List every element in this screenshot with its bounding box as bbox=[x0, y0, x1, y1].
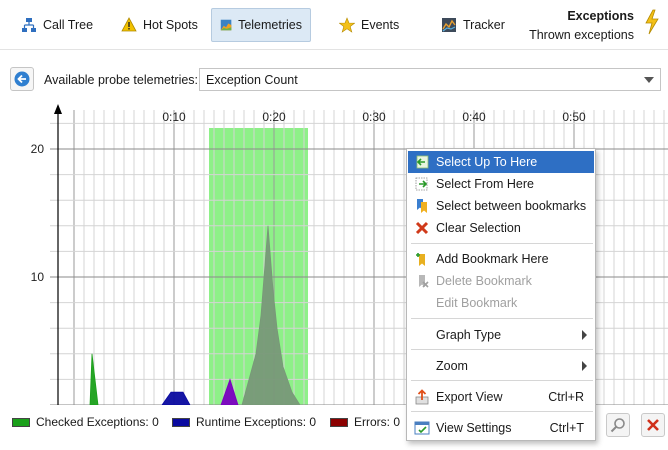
menu-item-select-up-to-here[interactable]: Select Up To Here bbox=[408, 151, 594, 173]
x-tick-label: 0:30 bbox=[362, 110, 386, 124]
menu-item-export-view[interactable]: Export View Ctrl+R bbox=[408, 386, 594, 408]
events-star-icon bbox=[339, 17, 355, 33]
toolbar: Call Tree Hot Spots Telemetries Events T… bbox=[0, 0, 668, 50]
menu-item-zoom[interactable]: Zoom bbox=[408, 355, 594, 377]
back-arrow-icon bbox=[14, 71, 30, 87]
export-view-icon bbox=[415, 389, 429, 405]
menu-separator bbox=[411, 243, 593, 244]
add-bookmark-icon bbox=[416, 253, 425, 266]
legend-swatch bbox=[330, 417, 348, 427]
menu-item-shortcut: Ctrl+T bbox=[549, 421, 584, 435]
telemetries-icon bbox=[220, 19, 232, 31]
menu-item-label: Clear Selection bbox=[436, 221, 521, 235]
tracker-label: Tracker bbox=[463, 18, 505, 32]
call-tree-button[interactable]: Call Tree bbox=[12, 8, 102, 42]
menu-item-label: Select From Here bbox=[436, 177, 534, 191]
legend-swatch bbox=[12, 417, 30, 427]
menu-item-label: Zoom bbox=[436, 359, 468, 373]
legend-label: Checked Exceptions: bbox=[36, 415, 149, 429]
menu-item-label: Export View bbox=[436, 390, 503, 404]
tracker-button[interactable]: Tracker bbox=[432, 8, 514, 42]
legend-item-checked: Checked Exceptions: 0 bbox=[12, 415, 159, 429]
view-settings-icon bbox=[414, 421, 430, 435]
menu-item-label: Graph Type bbox=[436, 328, 502, 342]
close-icon bbox=[647, 419, 659, 431]
menu-item-graph-type[interactable]: Graph Type bbox=[408, 324, 594, 346]
menu-separator bbox=[411, 411, 593, 412]
legend-value: 0 bbox=[393, 415, 401, 429]
zoom-button[interactable] bbox=[606, 413, 630, 437]
probe-label: Available probe telemetries: bbox=[44, 73, 199, 87]
legend-swatch bbox=[172, 417, 190, 427]
submenu-arrow-icon bbox=[582, 330, 587, 340]
menu-item-label: View Settings bbox=[436, 421, 512, 435]
legend-item-errors: Errors: 0 bbox=[330, 415, 400, 429]
menu-item-label: Add Bookmark Here bbox=[436, 252, 549, 266]
legend-value: 0 bbox=[152, 415, 159, 429]
lightning-bolt-icon bbox=[645, 9, 659, 35]
series-area bbox=[161, 391, 191, 405]
x-tick-label: 0:20 bbox=[262, 110, 286, 124]
hot-spots-label: Hot Spots bbox=[143, 18, 198, 32]
x-tick-label: 0:40 bbox=[462, 110, 486, 124]
probe-selected-value: Exception Count bbox=[206, 73, 298, 87]
menu-item-label: Edit Bookmark bbox=[436, 296, 518, 310]
menu-item-shortcut: Ctrl+R bbox=[548, 390, 584, 404]
section-subtitle: Thrown exceptions bbox=[529, 28, 634, 42]
menu-item-label: Select Up To Here bbox=[436, 155, 538, 169]
submenu-arrow-icon bbox=[582, 361, 587, 371]
tracker-icon bbox=[442, 18, 456, 32]
delete-bookmark-icon bbox=[419, 275, 429, 288]
select-from-here-icon bbox=[415, 177, 428, 191]
select-up-to-here-icon bbox=[416, 155, 429, 169]
menu-item-edit-bookmark[interactable]: Edit Bookmark bbox=[408, 292, 594, 314]
events-label: Events bbox=[361, 18, 400, 32]
menu-item-view-settings[interactable]: View Settings Ctrl+T bbox=[408, 417, 594, 439]
menu-item-delete-bookmark[interactable]: Delete Bookmark bbox=[408, 270, 594, 292]
y-axis-arrow bbox=[54, 104, 62, 114]
menu-item-label: Delete Bookmark bbox=[436, 274, 532, 288]
menu-separator bbox=[411, 349, 593, 350]
context-menu: Select Up To Here Select From Here Selec… bbox=[406, 148, 596, 441]
legend-item-runtime: Runtime Exceptions: 0 bbox=[172, 415, 316, 429]
chevron-down-icon bbox=[644, 77, 654, 83]
menu-item-add-bookmark[interactable]: Add Bookmark Here bbox=[408, 248, 594, 270]
magnifier-icon bbox=[610, 418, 625, 433]
back-button[interactable] bbox=[10, 67, 34, 91]
section-title: Exceptions bbox=[567, 9, 634, 23]
select-between-bookmarks-icon bbox=[417, 199, 427, 213]
y-tick-label: 10 bbox=[31, 270, 45, 284]
clear-selection-icon bbox=[415, 221, 429, 235]
menu-item-select-between-bookmarks[interactable]: Select between bookmarks bbox=[408, 195, 594, 217]
menu-item-select-from-here[interactable]: Select From Here bbox=[408, 173, 594, 195]
call-tree-label: Call Tree bbox=[43, 18, 94, 32]
probe-telemetry-select[interactable]: Exception Count bbox=[199, 68, 661, 91]
legend-value: 0 bbox=[309, 415, 317, 429]
telemetries-button[interactable]: Telemetries bbox=[211, 8, 311, 42]
hot-spots-warning-icon bbox=[121, 17, 137, 32]
probe-row: Available probe telemetries: Exception C… bbox=[0, 62, 668, 94]
events-button[interactable]: Events bbox=[330, 8, 408, 42]
close-button[interactable] bbox=[641, 413, 665, 437]
menu-item-label: Select between bookmarks bbox=[436, 199, 587, 213]
legend-label: Runtime Exceptions: bbox=[196, 415, 307, 429]
call-tree-icon bbox=[22, 18, 36, 32]
telemetries-label: Telemetries bbox=[238, 18, 302, 32]
hot-spots-button[interactable]: Hot Spots bbox=[112, 8, 207, 42]
menu-separator bbox=[411, 380, 593, 381]
menu-separator bbox=[411, 318, 593, 319]
x-tick-label: 0:50 bbox=[562, 110, 586, 124]
menu-item-clear-selection[interactable]: Clear Selection bbox=[408, 217, 594, 239]
x-tick-label: 0:10 bbox=[162, 110, 186, 124]
y-tick-label: 20 bbox=[31, 142, 45, 156]
legend-label: Errors: bbox=[354, 415, 390, 429]
